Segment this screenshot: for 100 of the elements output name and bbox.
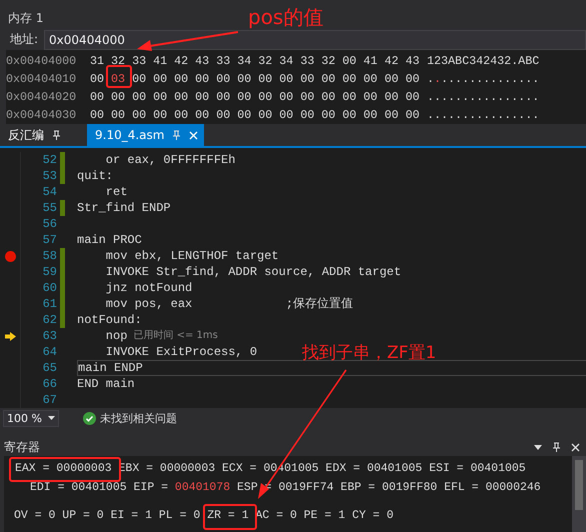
register-name: PE = <box>304 509 332 522</box>
memory-byte: 00 <box>321 108 336 122</box>
line-number: 65 <box>42 360 57 376</box>
register-name: EDX = <box>326 462 360 475</box>
memory-byte: 00 <box>216 72 230 86</box>
memory-byte: 00 <box>405 90 420 104</box>
memory-byte: 00 <box>405 72 420 86</box>
memory-byte: 00 <box>90 108 104 122</box>
panel-title: 寄存器 <box>4 438 40 456</box>
memory-byte: 00 <box>174 72 188 86</box>
register-name: EIP = <box>134 481 168 494</box>
line-number: 61 <box>42 296 57 312</box>
memory-byte: 00 <box>279 90 294 104</box>
memory-byte: 33 <box>216 54 230 68</box>
memory-byte: 00 <box>174 90 188 104</box>
check-icon <box>83 412 96 424</box>
address-field[interactable]: 0x00404000 <box>44 30 586 50</box>
memory-byte: 00 <box>195 108 210 122</box>
line-number: 57 <box>42 232 57 248</box>
register-name: EDI = <box>30 481 65 494</box>
memory-byte: 00 <box>342 108 356 122</box>
register-name: OV = <box>14 509 42 522</box>
line-number: 60 <box>42 280 57 296</box>
memory-byte: 41 <box>153 54 168 68</box>
code-line: ret <box>104 184 128 200</box>
code-line: Str_find ENDP <box>77 200 171 216</box>
register-value: 00000003 <box>160 462 216 475</box>
code-line: or eax, 0FFFFFFFEh <box>104 152 236 168</box>
memory-byte: 00 <box>237 90 252 104</box>
memory-byte: 00 <box>132 90 146 104</box>
memory-ascii: . <box>427 72 434 86</box>
memory-byte: 32 <box>111 54 126 68</box>
memory-byte: 03 <box>111 72 126 86</box>
memory-ascii: .............. <box>441 72 540 86</box>
memory-byte: 00 <box>216 108 230 122</box>
register-value: 0 <box>386 509 394 522</box>
zoom-dropdown[interactable]: 100 % <box>3 410 59 426</box>
register-name: EBP = <box>340 481 376 494</box>
register-name: EI = <box>110 509 138 522</box>
register-name: EAX = <box>15 462 50 475</box>
register-name: ZR = <box>207 509 235 522</box>
memory-byte: 00 <box>279 72 294 86</box>
annotation-text: pos的值 <box>248 4 324 31</box>
memory-byte: 00 <box>237 108 252 122</box>
address-label: 地址: <box>10 31 38 48</box>
register-name: CY = <box>352 509 380 522</box>
register-value: 00401005 <box>71 481 127 494</box>
memory-byte: 42 <box>384 54 398 68</box>
line-number: 53 <box>42 168 57 184</box>
pin-icon[interactable] <box>552 442 561 452</box>
breakpoint-icon[interactable] <box>4 250 16 262</box>
elapsed-hint: 已用时间 <= 1ms <box>133 328 218 343</box>
register-value: 0 <box>193 509 200 522</box>
memory-ascii: . <box>434 72 442 86</box>
line-number: 54 <box>42 184 57 200</box>
register-value: 00401078 <box>174 481 230 494</box>
memory-byte: 00 <box>342 90 356 104</box>
code-line: jnz notFound <box>104 280 192 296</box>
register-value: 1 <box>338 509 346 522</box>
register-name: EFL = <box>444 481 479 494</box>
memory-byte: 32 <box>258 54 272 68</box>
code-line: nop <box>104 328 128 344</box>
memory-ascii: ................ <box>427 90 540 104</box>
memory-byte: 00 <box>384 72 398 86</box>
memory-byte: 00 <box>90 90 104 104</box>
register-value: 0 <box>96 509 104 522</box>
memory-byte: 00 <box>321 90 336 104</box>
code-line: main PROC <box>77 232 142 248</box>
memory-address: 0x00404020 <box>6 90 78 104</box>
memory-byte: 00 <box>258 72 272 86</box>
memory-byte: 00 <box>153 108 168 122</box>
panel-title: 内存 1 <box>8 10 44 27</box>
line-number: 63 <box>42 328 57 344</box>
memory-byte: 00 <box>258 90 272 104</box>
line-number: 52 <box>42 152 57 168</box>
memory-byte: 34 <box>279 54 294 68</box>
line-number: 59 <box>42 264 57 280</box>
highlight-box <box>203 504 257 530</box>
caret-icon[interactable] <box>534 444 542 450</box>
line-number: 67 <box>42 392 57 408</box>
memory-byte: 00 <box>363 108 378 122</box>
document-tab[interactable]: 反汇编 <box>0 124 67 146</box>
register-value: 0 <box>48 509 56 522</box>
memory-byte: 00 <box>258 108 272 122</box>
memory-byte: 00 <box>300 108 314 122</box>
memory-byte: 00 <box>384 90 398 104</box>
register-name: ECX = <box>222 462 257 475</box>
memory-byte: 00 <box>195 72 210 86</box>
scrollbar[interactable] <box>572 456 586 532</box>
register-name: ESI = <box>429 462 464 475</box>
close-icon[interactable] <box>571 442 580 452</box>
memory-byte: 00 <box>300 90 314 104</box>
register-value: 00000246 <box>485 481 541 494</box>
memory-byte: 00 <box>153 90 168 104</box>
register-name: UP = <box>62 509 90 522</box>
memory-byte: 00 <box>279 108 294 122</box>
pin-icon[interactable] <box>52 130 61 140</box>
register-value: 00401005 <box>366 462 422 475</box>
memory-byte: 00 <box>132 108 146 122</box>
line-number: 62 <box>42 312 57 328</box>
